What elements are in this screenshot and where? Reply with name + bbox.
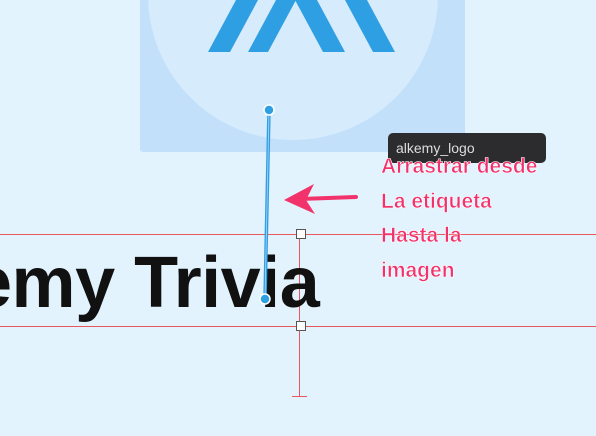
- annotation-line-3: Hasta la: [381, 224, 462, 248]
- annotation-line-4: imagen: [381, 258, 455, 282]
- annotation-text: Arrastrar desde La etiqueta Hasta la ima…: [381, 150, 538, 288]
- annotation-line-2: La etiqueta: [381, 189, 492, 213]
- annotation-line-1: Arrastrar desde: [381, 155, 538, 179]
